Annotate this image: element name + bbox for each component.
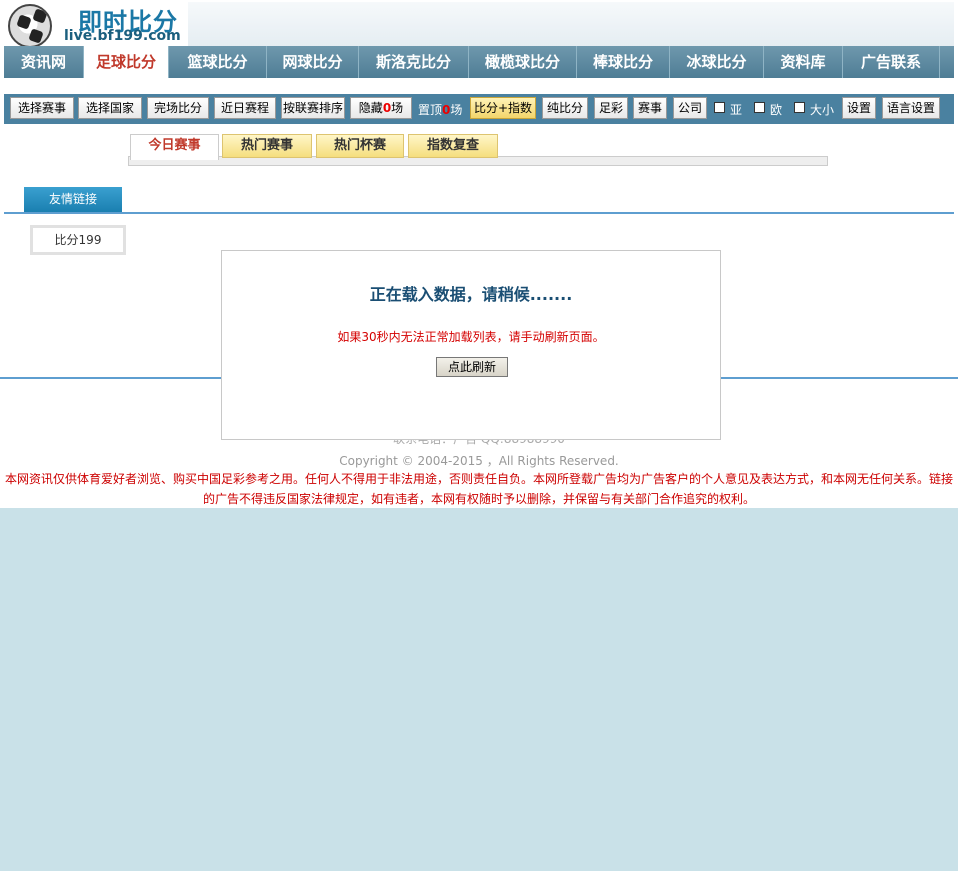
nav-item-rugby[interactable]: 橄榄球比分: [469, 46, 577, 78]
nav-item-tennis[interactable]: 网球比分: [267, 46, 359, 78]
footer-disclaimer: 本网资讯仅供体育爱好者浏览、购买中国足彩参考之用。任何人不得用于非法用途，否则责…: [0, 469, 958, 509]
tab-hot-cups[interactable]: 热门杯赛: [316, 134, 404, 158]
select-country-button[interactable]: 选择国家: [78, 97, 142, 119]
logo[interactable]: 即时比分 live.bf199.com: [6, 2, 188, 48]
pin-indicator: 置顶0场: [418, 103, 463, 117]
asia-label: 亚: [730, 103, 743, 117]
loading-title: 正在载入数据，请稍候.......: [369, 285, 573, 304]
site-url: live.bf199.com: [64, 28, 181, 44]
asia-checkbox[interactable]: [714, 102, 725, 113]
score-index-button[interactable]: 比分+指数: [470, 97, 536, 119]
nav-item-ad-contact[interactable]: 广告联系: [843, 46, 940, 78]
footer-copyright: Copyright © 2004-2015 ，All Rights Reserv…: [339, 454, 619, 468]
hide-count: 0: [382, 101, 392, 115]
nav-item-baseball[interactable]: 棒球比分: [577, 46, 670, 78]
tab-today[interactable]: 今日赛事: [130, 134, 219, 160]
sort-league-button[interactable]: 按联赛排序: [281, 97, 345, 119]
disclaimer-line-1: 本网资讯仅供体育爱好者浏览、购买中国足彩参考之用。任何人不得用于非法用途，否则责…: [4, 472, 953, 486]
main-nav: 资讯网 足球比分 篮球比分 网球比分 斯洛克比分 橄榄球比分 棒球比分 冰球比分…: [4, 46, 954, 78]
company-button[interactable]: 公司: [673, 97, 707, 119]
hide-unit: 场: [391, 101, 404, 115]
nav-item-snooker[interactable]: 斯洛克比分: [359, 46, 469, 78]
recent-schedule-button[interactable]: 近日赛程: [214, 97, 276, 119]
toolbar: 选择赛事 选择国家 完场比分 近日赛程 按联赛排序 隐藏0场 置顶0场 比分+指…: [4, 94, 954, 124]
full-score-button[interactable]: 完场比分: [147, 97, 209, 119]
friend-links-header: 友情链接: [24, 187, 122, 212]
football-icon: [8, 4, 52, 48]
settings-button[interactable]: 设置: [842, 97, 876, 119]
hide-matches-button[interactable]: 隐藏0场: [350, 97, 412, 119]
loading-message: 如果30秒内无法正常加载列表，请手动刷新页面。: [337, 330, 605, 344]
select-match-button[interactable]: 选择赛事: [10, 97, 74, 119]
language-settings-button[interactable]: 语言设置: [882, 97, 940, 119]
nav-item-football[interactable]: 足球比分: [84, 46, 169, 78]
nav-item-database[interactable]: 资料库: [764, 46, 843, 78]
bigsmall-checkbox[interactable]: [794, 102, 805, 113]
europe-checkbox[interactable]: [754, 102, 765, 113]
nav-item-icehockey[interactable]: 冰球比分: [670, 46, 764, 78]
header-banner: [188, 2, 954, 46]
lottery-button[interactable]: 足彩: [594, 97, 628, 119]
divider: [4, 212, 954, 214]
europe-label: 欧: [770, 103, 783, 117]
matches-button[interactable]: 赛事: [633, 97, 667, 119]
friend-link-item[interactable]: 比分199: [30, 225, 126, 255]
pure-score-button[interactable]: 纯比分: [542, 97, 588, 119]
match-tabs: 今日赛事 热门赛事 热门杯赛 指数复查: [128, 134, 828, 166]
disclaimer-line-2: 的广告不得违反国家法律规定，如有违者，本网有权随时予以删除，并保留与有关部门合作…: [202, 492, 755, 506]
refresh-button[interactable]: 点此刷新: [436, 357, 508, 377]
loading-dialog: 正在载入数据，请稍候....... 如果30秒内无法正常加载列表，请手动刷新页面…: [221, 250, 721, 440]
nav-item-basketball[interactable]: 篮球比分: [169, 46, 267, 78]
nav-item-news[interactable]: 资讯网: [4, 46, 84, 78]
hide-label: 隐藏: [358, 101, 383, 115]
tab-index-review[interactable]: 指数复查: [408, 134, 498, 158]
tab-hot-matches[interactable]: 热门赛事: [222, 134, 312, 158]
bigsmall-label: 大小: [810, 103, 835, 117]
